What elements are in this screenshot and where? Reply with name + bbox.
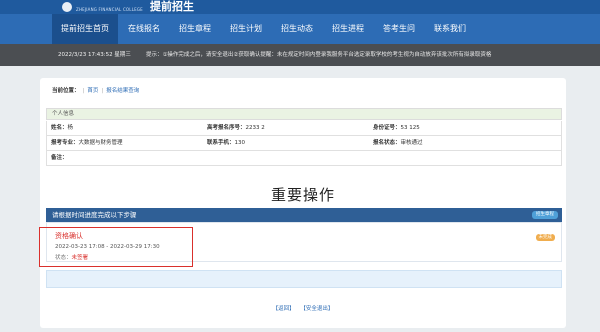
info-row-3: 备注： (46, 151, 562, 166)
breadcrumb-label: 当前位置： (52, 88, 80, 94)
footer-links: 【返回】 【安全退出】 (40, 304, 566, 312)
exam-no-value: 2233 2 (245, 125, 265, 131)
exam-no-label: 高考报名序号： (207, 125, 246, 131)
name-value: 杨 (67, 125, 74, 131)
phone-value: 130 (234, 140, 246, 146)
nav-item-contact[interactable]: 联系我们 (425, 14, 475, 44)
current-datetime: 2022/3/23 17:43:52 星期三 (58, 52, 131, 58)
site-title: 提前招生 (150, 0, 194, 13)
notice-tip: 提示：①操作完成之后，请安全退出②获取确认提醒：未在规定时间内登录我服务平台选定… (146, 52, 492, 58)
breadcrumb-current[interactable]: 报名结果查询 (106, 88, 139, 94)
notice-bar: 2022/3/23 17:43:52 星期三 提示：①操作完成之后，请安全退出②… (0, 44, 600, 66)
major-label: 报考专业： (51, 140, 79, 146)
major-value: 大数据与财务管理 (78, 140, 123, 146)
phone-label: 联系手机： (207, 140, 235, 146)
main-card: 当前位置： | 首页 | 报名结果查询 个人信息 姓名：杨 高考报名序号：2233 2 … (40, 78, 566, 328)
logout-link[interactable]: 【安全退出】 (300, 306, 333, 312)
notice-box (46, 270, 562, 288)
note-label: 备注： (51, 155, 68, 161)
info-row-1: 姓名：杨 高考报名序号：2233 2 身份证号：53 125 (46, 121, 562, 136)
page-title: 重要操作 (270, 186, 335, 204)
nav-item-faq[interactable]: 答考生问 (374, 14, 424, 44)
id-value: 53 125 (400, 125, 420, 131)
personal-info-header: 个人信息 (46, 108, 562, 120)
highlight-box (39, 227, 193, 267)
breadcrumb: 当前位置： | 首页 | 报名结果查询 (52, 88, 140, 94)
logo-subtitle: ZHEJIANG FINANCIAL COLLEGE (76, 7, 143, 12)
site-header: ZHEJIANG FINANCIAL COLLEGE 提前招生 (0, 0, 600, 14)
main-nav: 提前招生首页 在线报名 招生章程 招生计划 招生动态 招生进程 答考生问 联系我… (0, 14, 600, 44)
id-label: 身份证号： (373, 125, 401, 131)
info-row-2: 报考专业：大数据与财务管理 联系手机：130 报名状态：审核通过 (46, 136, 562, 151)
nav-item-progress[interactable]: 招生进程 (323, 14, 373, 44)
name-label: 姓名： (51, 125, 68, 131)
steps-header: 请根据时间进度完成以下步骤 招生章程 (46, 208, 562, 222)
back-link[interactable]: 【返回】 (273, 306, 295, 312)
college-logo: ZHEJIANG FINANCIAL COLLEGE (62, 0, 143, 14)
steps-heading: 请根据时间进度完成以下步骤 (52, 211, 137, 219)
nav-item-news[interactable]: 招生动态 (272, 14, 322, 44)
status-value: 审核通过 (400, 140, 423, 146)
charter-button[interactable]: 招生章程 (532, 211, 558, 219)
nav-item-charter[interactable]: 招生章程 (170, 14, 220, 44)
college-emblem-icon (62, 2, 72, 12)
breadcrumb-home-link[interactable]: 首页 (87, 88, 98, 94)
status-badge: 未完成 (535, 234, 555, 241)
nav-item-plan[interactable]: 招生计划 (221, 14, 271, 44)
nav-item-apply[interactable]: 在线报名 (119, 14, 169, 44)
nav-item-home[interactable]: 提前招生首页 (52, 14, 118, 44)
status-label: 报名状态： (373, 140, 401, 146)
